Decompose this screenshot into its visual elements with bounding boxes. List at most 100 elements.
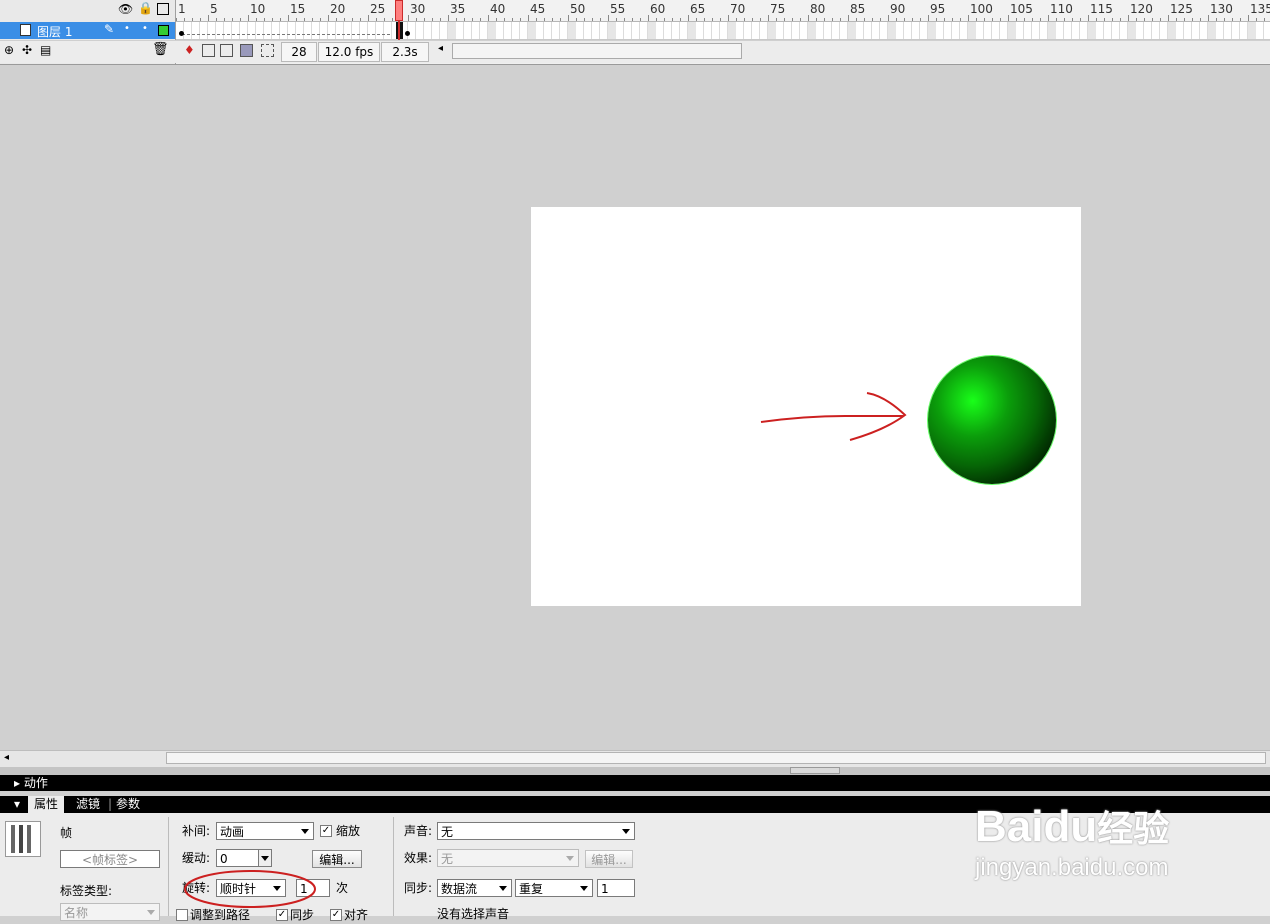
- ruler-label: 1: [178, 2, 186, 16]
- keyframe-start[interactable]: [179, 31, 184, 36]
- frame-label-input[interactable]: <帧标签>: [60, 850, 160, 868]
- outline-icon[interactable]: [157, 3, 169, 15]
- tab-filters[interactable]: 滤镜: [76, 796, 100, 813]
- playhead[interactable]: [395, 0, 403, 21]
- tab-properties[interactable]: 属性: [28, 796, 65, 813]
- tween-select[interactable]: 动画: [216, 822, 314, 840]
- ruler-tick: [840, 18, 841, 21]
- layer-outline-color[interactable]: [158, 25, 169, 36]
- layer-row[interactable]: 图层 1 ✎ • •: [0, 22, 175, 39]
- sync-checkbox[interactable]: ✓: [276, 909, 288, 921]
- keyframe-end[interactable]: [405, 31, 410, 36]
- eye-icon[interactable]: 👁: [118, 2, 133, 16]
- onion-outline-icon[interactable]: [220, 44, 233, 57]
- add-layer-icon[interactable]: ⊕: [4, 43, 14, 57]
- frame-cell[interactable]: [888, 22, 896, 39]
- ruler-tick: [240, 18, 241, 21]
- ruler-label: 95: [930, 2, 946, 16]
- frame-cell[interactable]: [728, 22, 736, 39]
- expand-arrow-icon[interactable]: ▾: [14, 796, 20, 812]
- timeline-ruler[interactable]: 1 5 10 15 20 25 30 35 40 45 50 55 60 65 70 75 80 85 90 95 10…: [176, 0, 1270, 22]
- frame-cell[interactable]: [848, 22, 856, 39]
- frame-cell[interactable]: [968, 22, 976, 39]
- ruler-tick: [264, 18, 265, 21]
- ease-edit-button[interactable]: 编辑...: [312, 850, 362, 868]
- stage-scroll-thumb[interactable]: [166, 752, 1266, 764]
- visibility-dot[interactable]: •: [124, 23, 130, 34]
- frame-cell[interactable]: [568, 22, 576, 39]
- frame-cell[interactable]: [1208, 22, 1216, 39]
- label-type-select[interactable]: 名称: [60, 903, 160, 921]
- ruler-tick: [880, 18, 881, 21]
- frame-cell[interactable]: [448, 22, 456, 39]
- frame-cell[interactable]: [688, 22, 696, 39]
- frame-cell[interactable]: [608, 22, 616, 39]
- scale-checkbox[interactable]: ✓: [320, 825, 332, 837]
- frames-row[interactable]: [176, 22, 1270, 40]
- frame-cell[interactable]: [768, 22, 776, 39]
- frame-cell[interactable]: [808, 22, 816, 39]
- sync-select[interactable]: 数据流: [437, 879, 512, 897]
- ruler-tick: [936, 18, 937, 21]
- frame-cell[interactable]: [1128, 22, 1136, 39]
- ruler-tick: [904, 18, 905, 21]
- green-ball[interactable]: [928, 356, 1056, 484]
- timeline-scroll-thumb[interactable]: [452, 43, 742, 59]
- ruler-tick: [1232, 18, 1233, 21]
- ruler-tick: [336, 18, 337, 21]
- sync-label: 同步:: [404, 881, 433, 895]
- center-frame-icon[interactable]: ♦: [184, 43, 195, 57]
- modify-onion-markers-icon[interactable]: [261, 44, 274, 57]
- ruler-tick: [528, 15, 529, 21]
- frame-cell[interactable]: [528, 22, 536, 39]
- ruler-tick: [1168, 15, 1169, 21]
- add-guide-icon[interactable]: ✣: [22, 43, 32, 57]
- ease-input[interactable]: 0: [216, 849, 272, 867]
- ruler-tick: [544, 18, 545, 21]
- ruler-tick: [704, 18, 705, 21]
- repeat-select[interactable]: 重复: [515, 879, 593, 897]
- frame-cell[interactable]: [1168, 22, 1176, 39]
- ruler-tick: [392, 18, 393, 21]
- ruler-tick: [296, 18, 297, 21]
- layer-name: 图层 1: [37, 25, 73, 39]
- frame-cell[interactable]: [648, 22, 656, 39]
- ruler-label: 45: [530, 2, 546, 16]
- frame-cell[interactable]: [1008, 22, 1016, 39]
- effect-label: 效果:: [404, 851, 433, 865]
- ruler-tick: [1224, 18, 1225, 21]
- lock-dot[interactable]: •: [142, 23, 148, 34]
- frame-cell[interactable]: [1248, 22, 1256, 39]
- frame-cell[interactable]: [928, 22, 936, 39]
- frame-cell[interactable]: [488, 22, 496, 39]
- tab-parameters[interactable]: 参数: [116, 796, 140, 813]
- ruler-tick: [1024, 18, 1025, 21]
- panel-splitter[interactable]: [0, 767, 1270, 775]
- splitter-grip[interactable]: [790, 767, 840, 774]
- repeat-count-input[interactable]: 1: [597, 879, 635, 897]
- effect-edit-button[interactable]: 编辑...: [585, 850, 633, 868]
- lock-icon[interactable]: 🔒: [138, 1, 153, 15]
- watermark-url: jingyan.baidu.com: [975, 854, 1169, 881]
- ruler-tick: [720, 18, 721, 21]
- ruler-tick: [832, 18, 833, 21]
- add-folder-icon[interactable]: ▤: [40, 43, 51, 57]
- frame-cell[interactable]: [1048, 22, 1056, 39]
- ruler-label: 20: [330, 2, 346, 16]
- ruler-tick: [976, 18, 977, 21]
- ruler-label: 75: [770, 2, 786, 16]
- ruler-tick: [816, 18, 817, 21]
- onion-skin-icon[interactable]: [202, 44, 215, 57]
- edit-multiple-frames-icon[interactable]: [240, 44, 253, 57]
- delete-layer-icon[interactable]: 🗑: [152, 42, 169, 57]
- effect-select[interactable]: 无: [437, 849, 579, 867]
- sound-select[interactable]: 无: [437, 822, 635, 840]
- actions-panel-header[interactable]: ▸ 动作: [0, 775, 1270, 791]
- orient-to-path-checkbox[interactable]: [176, 909, 188, 921]
- ruler-tick: [1152, 18, 1153, 21]
- frame-cell[interactable]: [1088, 22, 1096, 39]
- ruler-tick: [1256, 18, 1257, 21]
- snap-checkbox[interactable]: ✓: [330, 909, 342, 921]
- scroll-left-icon[interactable]: ◂: [438, 43, 443, 54]
- scroll-left-icon[interactable]: ◂: [4, 752, 9, 763]
